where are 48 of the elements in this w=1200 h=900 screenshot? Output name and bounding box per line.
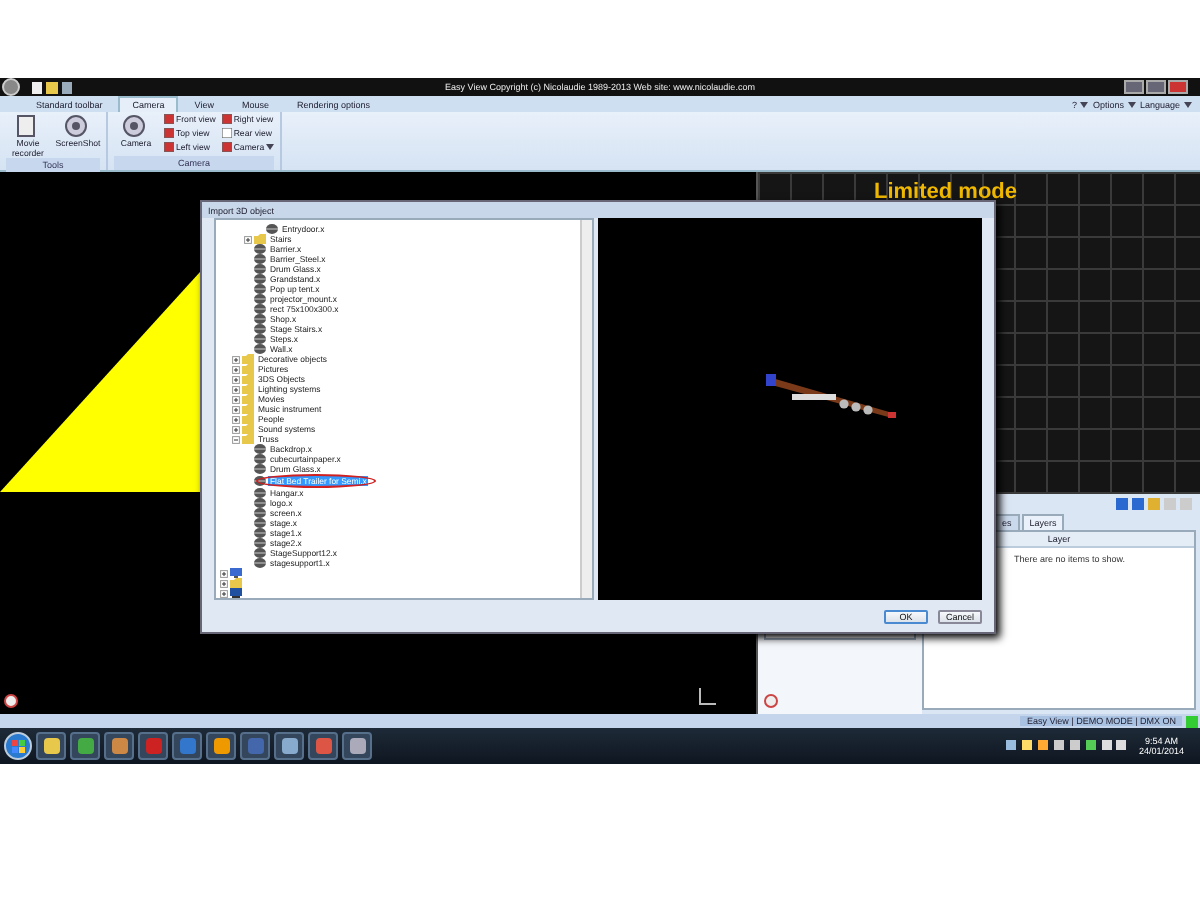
expand-icon[interactable] [232, 355, 240, 363]
highlight-ellipse [256, 474, 377, 488]
expand-icon[interactable] [220, 589, 228, 597]
caret-icon [266, 144, 275, 150]
expand-icon[interactable] [232, 395, 240, 403]
expand-icon[interactable] [220, 569, 228, 577]
tool-icon [122, 114, 150, 138]
app-menu-button[interactable] [2, 78, 20, 96]
expand-icon[interactable] [232, 375, 240, 383]
folder-icon [41, 736, 61, 756]
expand-icon[interactable] [232, 405, 240, 413]
expand-icon[interactable] [232, 365, 240, 373]
toolbar-icon[interactable] [1116, 498, 1196, 510]
collapse-icon[interactable] [232, 435, 240, 443]
folder-icon [230, 578, 242, 588]
mesh-icon [266, 224, 278, 234]
record-icon[interactable] [4, 694, 18, 708]
app-icon [143, 736, 163, 756]
axis-icon [696, 688, 716, 708]
taskbar-button[interactable] [36, 732, 66, 760]
taskbar-button[interactable] [104, 732, 134, 760]
quick-access-icon[interactable] [32, 81, 76, 93]
taskbar-button[interactable] [342, 732, 372, 760]
taskbar-button[interactable] [70, 732, 100, 760]
expand-icon[interactable] [232, 385, 240, 393]
taskbar-button[interactable] [274, 732, 304, 760]
limited-mode-label: Limited mode [874, 182, 1018, 202]
tray-icon[interactable] [1006, 740, 1127, 752]
browser-icon [75, 736, 95, 756]
browser-icon [177, 736, 197, 756]
network-icon [230, 588, 242, 598]
expand-icon[interactable] [244, 235, 252, 243]
folder-icon [254, 234, 266, 244]
expand-icon[interactable] [232, 415, 240, 423]
computer-icon [230, 568, 242, 578]
taskbar-button[interactable] [308, 732, 338, 760]
media-icon [109, 736, 129, 756]
expand-icon[interactable] [220, 579, 228, 587]
scrollbar[interactable] [580, 220, 592, 598]
taskbar-button[interactable] [206, 732, 236, 760]
tool-icon [64, 114, 92, 138]
start-button[interactable] [4, 732, 32, 760]
status-icon [1186, 715, 1198, 727]
caret-icon [1184, 102, 1192, 108]
expand-icon[interactable] [232, 425, 240, 433]
caret-icon [1080, 102, 1089, 108]
trailer-drawing [766, 373, 896, 417]
caret-icon [1127, 102, 1136, 108]
